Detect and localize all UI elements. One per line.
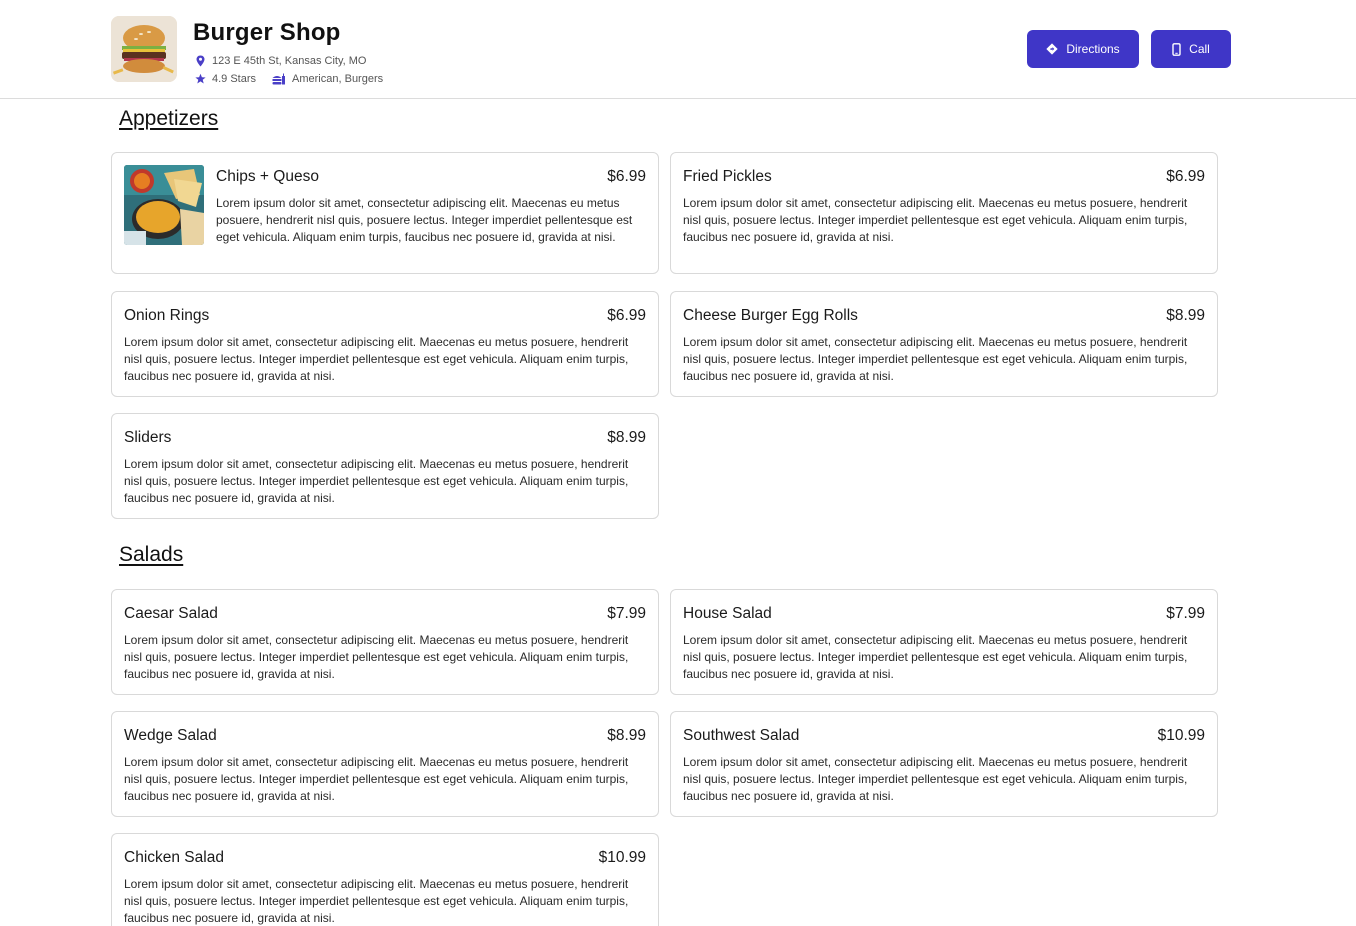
item-description: Lorem ipsum dolor sit amet, consectetur … [216,196,633,244]
item-description: Lorem ipsum dolor sit amet, consectetur … [683,755,1188,803]
menu-item-card[interactable]: Fried Pickles $6.99 Lorem ipsum dolor si… [670,152,1218,274]
shop-logo-image [111,16,177,82]
menu-item-card[interactable]: Onion Rings $6.99 Lorem ipsum dolor sit … [111,291,659,397]
shop-name: Burger Shop [193,19,341,46]
item-name: Sliders [124,429,172,446]
address-text: 123 E 45th St, Kansas City, MO [212,55,367,67]
item-name: House Salad [683,605,772,622]
cuisine-text: American, Burgers [292,73,384,85]
shop-header: Burger Shop 123 E 45th St, Kansas City, … [0,0,1356,99]
item-price: $8.99 [607,727,646,744]
fast-food-icon [272,73,286,85]
item-description: Lorem ipsum dolor sit amet, consectetur … [683,633,1188,681]
menu-item-card[interactable]: Chips + Queso $6.99 Lorem ipsum dolor si… [111,152,659,274]
item-name: Cheese Burger Egg Rolls [683,307,858,324]
menu-item-card[interactable]: Chicken Salad $10.99 Lorem ipsum dolor s… [111,833,659,926]
item-name: Fried Pickles [683,168,772,185]
item-description: Lorem ipsum dolor sit amet, consectetur … [683,196,1188,244]
item-price: $7.99 [1166,605,1205,622]
item-price: $6.99 [607,307,646,324]
item-price: $6.99 [607,168,646,185]
item-description: Lorem ipsum dolor sit amet, consectetur … [124,457,629,505]
item-price: $8.99 [607,429,646,446]
rating-text: 4.9 Stars [212,73,257,85]
menu-item-card[interactable]: Wedge Salad $8.99 Lorem ipsum dolor sit … [111,711,659,817]
item-name: Chicken Salad [124,849,224,866]
section-title-salads: Salads [119,543,184,566]
directions-button[interactable]: Directions [1027,30,1139,68]
item-price: $7.99 [607,605,646,622]
diamond-arrow-icon [1046,43,1058,55]
item-name: Wedge Salad [124,727,217,744]
item-name: Southwest Salad [683,727,800,744]
item-description: Lorem ipsum dolor sit amet, consectetur … [124,633,629,681]
menu-item-card[interactable]: Sliders $8.99 Lorem ipsum dolor sit amet… [111,413,659,519]
chips-queso-image [124,165,204,245]
menu-item-card[interactable]: Caesar Salad $7.99 Lorem ipsum dolor sit… [111,589,659,695]
menu-item-card[interactable]: Cheese Burger Egg Rolls $8.99 Lorem ipsu… [670,291,1218,397]
item-name: Onion Rings [124,307,210,324]
item-price: $10.99 [1157,727,1205,744]
menu-item-card[interactable]: Southwest Salad $10.99 Lorem ipsum dolor… [670,711,1218,817]
item-price: $8.99 [1166,307,1205,324]
directions-label: Directions [1066,42,1120,56]
call-button[interactable]: Call [1151,30,1231,68]
map-pin-icon [195,55,206,67]
menu-item-card[interactable]: House Salad $7.99 Lorem ipsum dolor sit … [670,589,1218,695]
item-price: $6.99 [1166,168,1205,185]
item-description: Lorem ipsum dolor sit amet, consectetur … [683,335,1188,383]
item-description: Lorem ipsum dolor sit amet, consectetur … [124,335,629,383]
item-price: $10.99 [598,849,646,866]
address-line: 123 E 45th St, Kansas City, MO [195,54,366,68]
item-description: Lorem ipsum dolor sit amet, consectetur … [124,755,629,803]
phone-icon [1172,42,1181,56]
item-description: Lorem ipsum dolor sit amet, consectetur … [124,877,629,925]
item-name: Caesar Salad [124,605,218,622]
star-icon [195,73,206,85]
call-label: Call [1189,42,1210,56]
info-line: 4.9 Stars American, Burgers [195,72,383,86]
section-title-appetizers: Appetizers [119,107,219,130]
item-name: Chips + Queso [216,168,319,185]
